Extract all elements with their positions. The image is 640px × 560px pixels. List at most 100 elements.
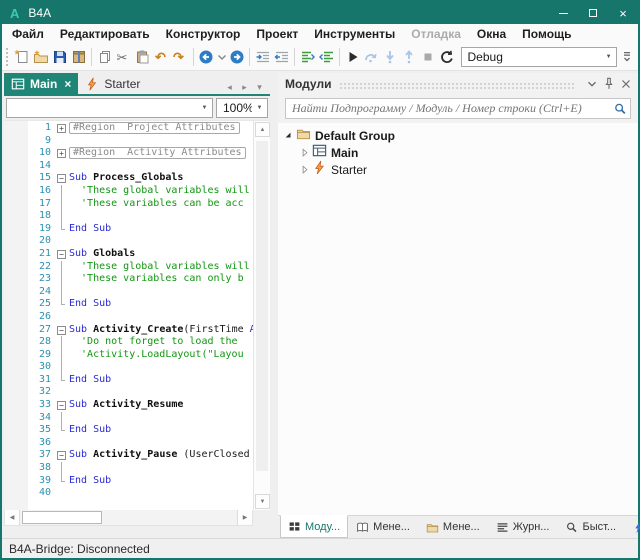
undo-button[interactable]: ↶ xyxy=(152,46,171,69)
code-line[interactable]: 29 'Activity.LoadLayout("Layou xyxy=(28,349,253,362)
code-line[interactable]: 39End Sub xyxy=(28,475,253,488)
tree-expander[interactable] xyxy=(298,147,312,159)
fold-expand-icon[interactable]: + xyxy=(57,149,66,158)
stop-button[interactable] xyxy=(419,46,438,69)
code-line[interactable]: 37−Sub Activity_Pause (UserClosed As xyxy=(28,449,253,462)
menu-item-5[interactable]: Отладка xyxy=(403,24,469,44)
comment-button[interactable] xyxy=(298,46,317,69)
step-into-button[interactable] xyxy=(381,46,400,69)
panel-drag-grip[interactable] xyxy=(339,82,575,90)
tabs-menu-icon[interactable] xyxy=(253,80,266,94)
redo-button[interactable]: ↷ xyxy=(171,46,190,69)
tab-close-icon[interactable]: × xyxy=(64,78,71,90)
horizontal-scrollbar[interactable] xyxy=(4,510,253,526)
build-mode-combobox[interactable]: Debug xyxy=(461,47,618,67)
panel-tab-0[interactable]: Моду... xyxy=(280,515,348,538)
collapsed-region[interactable]: #Region Activity Attributes xyxy=(69,147,246,159)
fold-collapse-icon[interactable]: − xyxy=(57,250,66,259)
code-line[interactable]: 15−Sub Process_Globals xyxy=(28,172,253,185)
combo-arrow-icon[interactable] xyxy=(252,105,267,111)
save-button[interactable] xyxy=(50,46,69,69)
panel-tab-1[interactable]: Мене... xyxy=(348,516,418,538)
tree-node-0[interactable]: Default Group xyxy=(278,127,638,144)
code-line[interactable]: 14 xyxy=(28,160,253,173)
search-input[interactable] xyxy=(286,101,613,116)
panel-tab-3[interactable]: Журн... xyxy=(488,516,558,538)
panel-tab-2[interactable]: Мене... xyxy=(418,516,488,538)
tree-expander[interactable] xyxy=(282,130,296,142)
panel-chevron-down-button[interactable] xyxy=(583,75,600,92)
code-line[interactable]: 16 'These global variables will xyxy=(28,185,253,198)
combo-arrow-icon[interactable] xyxy=(601,54,616,60)
code-line[interactable]: 1+#Region Project Attributes xyxy=(28,122,253,135)
tree-expander[interactable] xyxy=(298,164,312,176)
code-line[interactable]: 31End Sub xyxy=(28,374,253,387)
combo-arrow-icon[interactable] xyxy=(197,105,212,111)
menu-item-4[interactable]: Инструменты xyxy=(306,24,403,44)
fold-expand-icon[interactable]: + xyxy=(57,124,66,133)
step-out-button[interactable] xyxy=(400,46,419,69)
panel-tab-5[interactable]: Найт... xyxy=(624,516,640,538)
scroll-up-icon[interactable] xyxy=(255,122,270,137)
code-line[interactable]: 17 'These variables can be acc xyxy=(28,198,253,211)
code-area[interactable]: 1+#Region Project Attributes910+#Region … xyxy=(4,120,270,510)
close-button[interactable] xyxy=(608,2,638,24)
toolbar-grip[interactable] xyxy=(6,48,10,66)
cut-button[interactable]: ✂ xyxy=(114,46,133,69)
indent-more-button[interactable] xyxy=(253,46,272,69)
code-lines[interactable]: 1+#Region Project Attributes910+#Region … xyxy=(28,122,253,510)
paste-button[interactable] xyxy=(133,46,152,69)
code-line[interactable]: 40 xyxy=(28,487,253,500)
run-button[interactable] xyxy=(343,46,362,69)
panel-splitter[interactable] xyxy=(270,73,278,538)
indent-less-button[interactable] xyxy=(272,46,291,69)
code-line[interactable]: 25End Sub xyxy=(28,298,253,311)
menu-item-6[interactable]: Окна xyxy=(469,24,514,44)
collapsed-region[interactable]: #Region Project Attributes xyxy=(69,122,240,134)
rebuild-button[interactable] xyxy=(438,46,457,69)
title-bar[interactable]: A B4A xyxy=(2,2,638,24)
maximize-button[interactable] xyxy=(578,2,608,24)
code-line[interactable]: 33−Sub Activity_Resume xyxy=(28,399,253,412)
scroll-right-icon[interactable] xyxy=(237,510,252,525)
history-dropdown-button[interactable] xyxy=(216,46,228,69)
toolbar-options-button[interactable] xyxy=(617,46,636,69)
export-project-button[interactable] xyxy=(69,46,88,69)
fold-collapse-icon[interactable]: − xyxy=(57,401,66,410)
menu-item-7[interactable]: Помощь xyxy=(514,24,579,44)
tree-node-2[interactable]: Starter xyxy=(278,161,638,178)
code-line[interactable]: 20 xyxy=(28,235,253,248)
code-line[interactable]: 18 xyxy=(28,210,253,223)
code-line[interactable]: 36 xyxy=(28,437,253,450)
fold-collapse-icon[interactable]: − xyxy=(57,326,66,335)
code-line[interactable]: 26 xyxy=(28,311,253,324)
menu-item-0[interactable]: Файл xyxy=(4,24,52,44)
code-line[interactable]: 22 'These global variables will xyxy=(28,261,253,274)
uncomment-button[interactable] xyxy=(317,46,336,69)
menu-item-3[interactable]: Проект xyxy=(248,24,306,44)
editor-tab-1[interactable]: Starter xyxy=(78,73,147,94)
menu-item-2[interactable]: Конструктор xyxy=(158,24,249,44)
code-line[interactable]: 24 xyxy=(28,286,253,299)
code-line[interactable]: 38 xyxy=(28,462,253,475)
panel-close-button[interactable] xyxy=(617,75,634,92)
copy-button[interactable] xyxy=(95,46,114,69)
fold-collapse-icon[interactable]: − xyxy=(57,451,66,460)
horizontal-scroll-thumb[interactable] xyxy=(22,511,102,524)
member-combobox[interactable] xyxy=(6,98,213,118)
minimize-button[interactable] xyxy=(548,2,578,24)
zoom-combobox[interactable]: 100% xyxy=(216,98,268,118)
new-project-button[interactable] xyxy=(12,46,31,69)
code-line[interactable]: 23 'These variables can only b xyxy=(28,273,253,286)
open-project-button[interactable] xyxy=(31,46,50,69)
tree-node-1[interactable]: Main xyxy=(278,144,638,161)
code-line[interactable]: 34 xyxy=(28,412,253,425)
breakpoint-margin[interactable] xyxy=(4,121,28,510)
code-line[interactable]: 21−Sub Globals xyxy=(28,248,253,261)
editor-tab-0[interactable]: Main× xyxy=(4,73,78,94)
scroll-left-icon[interactable] xyxy=(5,510,20,525)
vertical-scroll-thumb[interactable] xyxy=(256,141,268,471)
menu-item-1[interactable]: Редактировать xyxy=(52,24,158,44)
vertical-scrollbar[interactable] xyxy=(253,121,270,510)
tab-scroll-left-icon[interactable] xyxy=(223,80,236,94)
